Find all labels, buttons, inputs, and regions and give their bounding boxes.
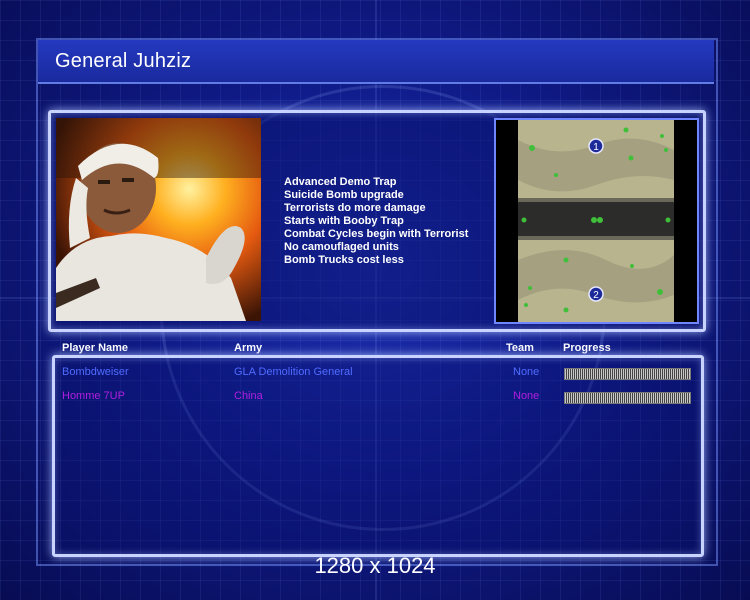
resolution-label: 1280 x 1024 xyxy=(314,553,436,578)
player-team: None xyxy=(513,366,540,378)
player-team: None xyxy=(513,390,540,402)
player-progress-bar xyxy=(564,392,691,404)
feature-item: Bomb Trucks cost less xyxy=(284,254,404,266)
table-row: Homme 7UP China None xyxy=(0,390,750,406)
player-name: Bombdweiser xyxy=(62,366,129,378)
player-name: Homme 7UP xyxy=(62,390,125,402)
map-start-position-1: 1 xyxy=(593,142,599,153)
general-feature-list: Advanced Demo Trap Suicide Bomb upgrade … xyxy=(284,176,468,267)
player-progress-bar xyxy=(564,368,691,380)
table-row: Bombdweiser GLA Demolition General None xyxy=(0,366,750,382)
feature-item: Terrorists do more damage xyxy=(284,202,426,214)
map-preview: 1 2 xyxy=(494,118,699,324)
feature-item: Starts with Booby Trap xyxy=(284,215,404,227)
general-portrait xyxy=(56,118,261,321)
column-header-team: Team xyxy=(506,342,534,354)
column-header-army: Army xyxy=(234,342,263,354)
column-header-progress: Progress xyxy=(563,342,611,354)
feature-item: Advanced Demo Trap xyxy=(284,176,397,188)
map-start-position-2: 2 xyxy=(593,290,599,301)
player-army: China xyxy=(234,390,263,402)
feature-item: No camouflaged units xyxy=(284,241,399,253)
feature-item: Combat Cycles begin with Terrorist xyxy=(284,228,469,240)
column-header-player-name: Player Name xyxy=(62,342,129,354)
page-title: General Juhziz xyxy=(55,50,192,72)
feature-item: Suicide Bomb upgrade xyxy=(284,189,404,201)
player-list-panel xyxy=(52,355,704,557)
player-army: GLA Demolition General xyxy=(234,366,353,378)
